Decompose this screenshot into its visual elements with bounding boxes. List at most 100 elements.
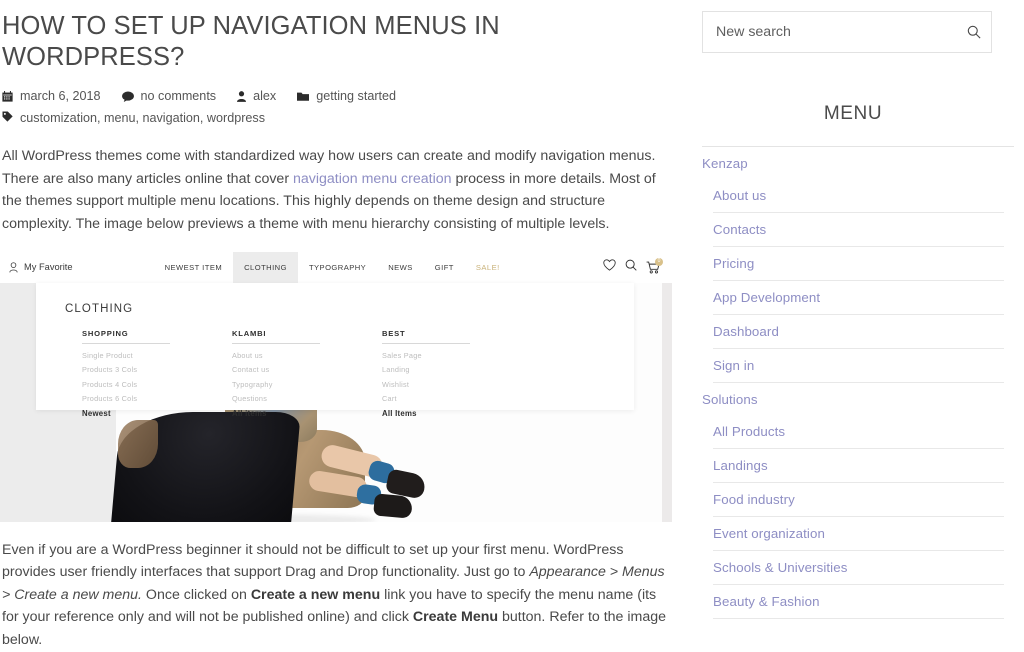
dropdown-column-heading: SHOPPING	[82, 329, 170, 344]
meta-tags-label: customization, menu, navigation, wordpre…	[20, 111, 266, 126]
sidebar-item-pricing[interactable]: Pricing	[702, 247, 1004, 281]
heart-icon[interactable]	[603, 258, 616, 276]
theme-nav-item-gift[interactable]: GIFT	[424, 252, 465, 283]
sidebar-menu-list: Kenzap About us Contacts Pricing App Dev…	[702, 147, 1004, 619]
sidebar-link[interactable]: Contacts	[713, 213, 1004, 247]
sidebar-item-landings[interactable]: Landings	[702, 449, 1004, 483]
dropdown-item[interactable]: Questions	[232, 394, 320, 403]
sidebar-link[interactable]: Event organization	[713, 517, 1004, 551]
cart-count-badge: 0	[655, 257, 663, 266]
paragraph-instructions: Even if you are a WordPress beginner it …	[0, 539, 672, 652]
sidebar-item-sign-in[interactable]: Sign in	[702, 349, 1004, 383]
sidebar-link[interactable]: Beauty & Fashion	[713, 585, 1004, 619]
sidebar-item-app-development[interactable]: App Development	[702, 281, 1004, 315]
dropdown-item[interactable]: Single Product	[82, 351, 170, 360]
sidebar-link[interactable]: Kenzap	[702, 147, 1004, 179]
sidebar-link[interactable]: Pricing	[713, 247, 1004, 281]
search-submit-button[interactable]	[967, 12, 981, 54]
sidebar-link[interactable]: Solutions	[702, 383, 1004, 415]
dropdown-item[interactable]: About us	[232, 351, 320, 360]
create-new-menu-emphasis: Create a new menu	[250, 586, 381, 603]
sidebar-link[interactable]: Schools & Universities	[713, 551, 1004, 585]
my-favorite-label: My Favorite	[24, 262, 73, 273]
navigation-menu-creation-link[interactable]: navigation menu creation	[293, 171, 452, 187]
search-icon[interactable]	[625, 258, 637, 276]
dropdown-item[interactable]: Landing	[382, 365, 470, 374]
sidebar-item-beauty-fashion[interactable]: Beauty & Fashion	[702, 585, 1004, 619]
sidebar-link[interactable]: Sign in	[713, 349, 1004, 383]
dropdown-column-heading: BEST	[382, 329, 470, 344]
page-title: HOW TO SET UP NAVIGATION MENUS IN WORDPR…	[2, 12, 500, 71]
my-favorite-link[interactable]: My Favorite	[9, 261, 73, 273]
dropdown-item[interactable]: Cart	[382, 394, 470, 403]
dropdown-item-featured[interactable]: Newest	[82, 409, 170, 418]
meta-date-label: march 6, 2018	[20, 89, 101, 104]
sidebar-item-contacts[interactable]: Contacts	[702, 213, 1004, 247]
dropdown-item[interactable]: Products 6 Cols	[82, 394, 170, 403]
dropdown-item-featured[interactable]: All items	[232, 409, 320, 418]
sidebar-link[interactable]: Food industry	[713, 483, 1004, 517]
embedded-theme-screenshot: Lorem ipsum dolor sit amet consectetur S…	[0, 251, 672, 522]
dropdown-item[interactable]: Sales Page	[382, 351, 470, 360]
paragraph-instructions-part2: Once clicked on	[141, 586, 251, 603]
theme-nav-item-news[interactable]: NEWS	[377, 252, 424, 283]
calendar-icon	[2, 90, 13, 102]
article-column: HOW TO SET UP NAVIGATION MENUS IN WORDPR…	[0, 0, 690, 648]
dropdown-title: CLOTHING	[65, 302, 134, 315]
dropdown-item-featured[interactable]: All Items	[382, 409, 470, 418]
theme-nav-item-typography[interactable]: TYPOGRAPHY	[298, 252, 377, 283]
sidebar-item-about-us[interactable]: About us	[702, 179, 1004, 213]
dropdown-column-shopping: SHOPPING Single Product Products 3 Cols …	[82, 329, 170, 424]
sidebar-item-kenzap[interactable]: Kenzap	[702, 147, 1004, 179]
sidebar-link[interactable]: About us	[713, 179, 1004, 213]
user-icon	[237, 90, 247, 102]
mega-menu-dropdown: CLOTHING SHOPPING Single Product Product…	[36, 282, 634, 418]
tag-icon	[2, 111, 13, 122]
post-meta: march 6, 2018 no comments alex getting s…	[0, 89, 672, 103]
dropdown-item[interactable]: Contact us	[232, 365, 320, 374]
theme-nav-item-newest-item[interactable]: NEWEST ITEM	[154, 252, 234, 283]
dropdown-column-klambi: KLAMBI About us Contact us Typography Qu…	[232, 329, 320, 424]
dropdown-column-best: BEST Sales Page Landing Wishlist Cart Al…	[382, 329, 470, 424]
photo-right-edge	[662, 282, 672, 522]
post-tags-row: customization, menu, navigation, wordpre…	[0, 111, 672, 125]
dropdown-columns: SHOPPING Single Product Products 3 Cols …	[82, 329, 634, 424]
sidebar-link[interactable]: App Development	[713, 281, 1004, 315]
dropdown-item[interactable]: Typography	[232, 380, 320, 389]
sidebar-link[interactable]: All Products	[713, 415, 1004, 449]
paragraph-intro: All WordPress themes come with standardi…	[0, 145, 672, 235]
sidebar: MENU Kenzap About us Contacts Pricing Ap…	[690, 0, 1024, 623]
page-root: HOW TO SET UP NAVIGATION MENUS IN WORDPR…	[0, 0, 1024, 648]
menu-widget-title: MENU	[823, 103, 883, 124]
meta-author-label: alex	[253, 89, 277, 104]
theme-nav-items: NEWEST ITEM CLOTHING TYPOGRAPHY NEWS GIF…	[154, 251, 511, 283]
search-icon	[967, 25, 981, 42]
dropdown-item[interactable]: Products 3 Cols	[82, 365, 170, 374]
meta-author: alex	[237, 89, 276, 103]
search-input[interactable]	[703, 12, 991, 52]
model-boot-back	[373, 492, 413, 519]
search-widget	[702, 11, 992, 53]
secondary-photo-hair	[118, 419, 158, 468]
theme-nav-item-sale[interactable]: SALE!	[465, 252, 511, 283]
sidebar-item-event-organization[interactable]: Event organization	[702, 517, 1004, 551]
theme-top-nav: My Favorite NEWEST ITEM CLOTHING TYPOGRA…	[0, 251, 672, 283]
sidebar-link[interactable]: Dashboard	[713, 315, 1004, 349]
meta-category: getting started	[297, 89, 396, 103]
meta-comments: no comments	[121, 89, 216, 103]
dropdown-item[interactable]: Wishlist	[382, 380, 470, 389]
theme-nav-item-clothing[interactable]: CLOTHING	[233, 251, 298, 283]
comment-icon	[121, 91, 134, 102]
meta-tags: customization, menu, navigation, wordpre…	[2, 111, 265, 125]
folder-icon	[297, 91, 310, 101]
theme-nav-icons: 0	[603, 252, 663, 283]
sidebar-item-solutions[interactable]: Solutions	[702, 383, 1004, 415]
sidebar-item-food-industry[interactable]: Food industry	[702, 483, 1004, 517]
sidebar-link[interactable]: Landings	[713, 449, 1004, 483]
sidebar-item-schools-universities[interactable]: Schools & Universities	[702, 551, 1004, 585]
cart-icon[interactable]: 0	[646, 257, 663, 274]
dropdown-item[interactable]: Products 4 Cols	[82, 380, 170, 389]
sidebar-item-all-products[interactable]: All Products	[702, 415, 1004, 449]
meta-category-label: getting started	[316, 89, 397, 104]
sidebar-item-dashboard[interactable]: Dashboard	[702, 315, 1004, 349]
